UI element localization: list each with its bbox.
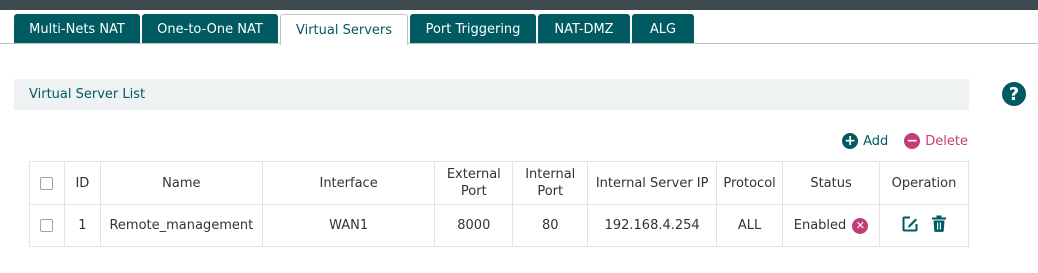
virtual-server-table: ID Name Interface External Port Internal… [29, 161, 969, 247]
table-row: 1 Remote_management WAN1 8000 80 192.168… [29, 204, 969, 247]
header-id: ID [63, 161, 101, 205]
tab-alg[interactable]: ALG [632, 14, 694, 44]
tab-divider [0, 43, 1038, 44]
delete-button[interactable]: − Delete [904, 133, 968, 149]
header-internal-port-line2: Port [537, 184, 564, 199]
header-external-port-line2: Port [460, 184, 487, 199]
status-text: Enabled [793, 218, 847, 233]
row-status: Enabled ✕ [782, 204, 880, 247]
delete-label: Delete [925, 133, 968, 149]
tab-nat-dmz[interactable]: NAT-DMZ [538, 14, 630, 44]
section-title: Virtual Server List [29, 87, 146, 102]
table-actions: + Add − Delete [826, 133, 968, 149]
table-header-row: ID Name Interface External Port Internal… [29, 161, 969, 205]
row-id: 1 [63, 204, 101, 247]
status-wrap: Enabled ✕ [793, 217, 869, 234]
row-checkbox[interactable] [40, 219, 54, 232]
select-all-checkbox[interactable] [40, 176, 54, 190]
plus-icon: + [842, 133, 859, 149]
header-select-all [29, 161, 65, 205]
header-internal-server-ip: Internal Server IP [587, 161, 718, 205]
row-external-port: 8000 [434, 204, 514, 247]
section-header: Virtual Server List [14, 79, 969, 110]
row-name: Remote_management [99, 204, 263, 247]
add-button[interactable]: + Add [842, 133, 888, 149]
row-internal-server-ip: 192.168.4.254 [587, 204, 718, 247]
disable-icon[interactable]: ✕ [852, 217, 869, 234]
header-status: Status [782, 161, 880, 205]
header-external-port-line1: External [446, 167, 501, 182]
row-protocol: ALL [716, 204, 784, 247]
trash-icon[interactable] [931, 215, 947, 237]
row-interface: WAN1 [261, 204, 436, 247]
header-protocol: Protocol [716, 161, 784, 205]
tab-multi-nets-nat[interactable]: Multi-Nets NAT [14, 14, 140, 44]
header-internal-port: Internal Port [512, 161, 589, 205]
header-internal-port-line1: Internal [525, 167, 576, 182]
row-select-cell [29, 204, 65, 247]
help-icon[interactable]: ? [1002, 82, 1026, 106]
top-bar [0, 0, 1038, 10]
header-name: Name [99, 161, 263, 205]
tab-bar: Multi-Nets NAT One-to-One NAT Virtual Se… [14, 14, 696, 45]
header-interface: Interface [261, 161, 436, 205]
add-label: Add [863, 133, 889, 149]
tab-virtual-servers[interactable]: Virtual Servers [280, 14, 408, 45]
edit-icon[interactable] [901, 215, 919, 237]
tab-port-triggering[interactable]: Port Triggering [410, 14, 536, 44]
header-external-port: External Port [434, 161, 514, 205]
row-operation [879, 204, 969, 247]
minus-icon: − [904, 133, 921, 149]
tab-one-to-one-nat[interactable]: One-to-One NAT [142, 14, 278, 44]
header-operation: Operation [879, 161, 969, 205]
row-internal-port: 80 [512, 204, 589, 247]
